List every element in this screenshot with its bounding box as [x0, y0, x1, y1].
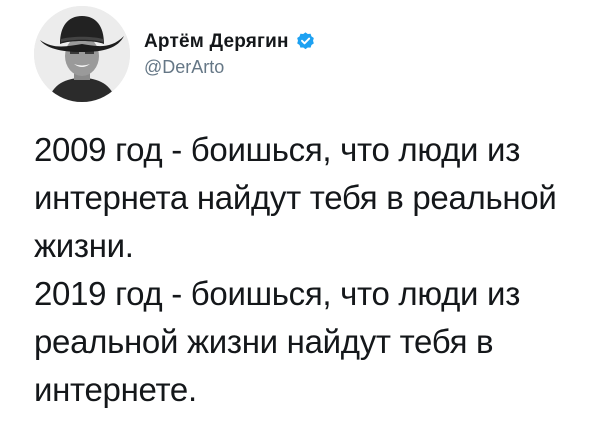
author-handle[interactable]: @DerArto [144, 57, 316, 78]
verified-badge-icon [295, 31, 316, 52]
tweet-card: Артём Дерягин @DerArto 2009 год - боишьс… [0, 0, 604, 448]
tweet-text-line: интернете. [34, 371, 197, 408]
tweet-text-line: 2009 год - боишься, что люди из [34, 131, 521, 168]
tweet-text-line: жизни. [34, 227, 134, 264]
author-display-name[interactable]: Артём Дерягин [144, 31, 289, 53]
tweet-text-line: реальной жизни найдут тебя в [34, 323, 494, 360]
tweet-text: 2009 год - боишься, что люди из интернет… [34, 126, 594, 414]
tweet-text-line: 2019 год - боишься, что люди из [34, 275, 521, 312]
tweet-text-line: интернета найдут тебя в реальной [34, 179, 557, 216]
tweet-header: Артём Дерягин @DerArto [34, 6, 316, 102]
author-info: Артём Дерягин @DerArto [144, 31, 316, 78]
avatar[interactable] [34, 6, 130, 102]
avatar-photo-icon [34, 6, 130, 102]
name-row: Артём Дерягин [144, 31, 316, 53]
